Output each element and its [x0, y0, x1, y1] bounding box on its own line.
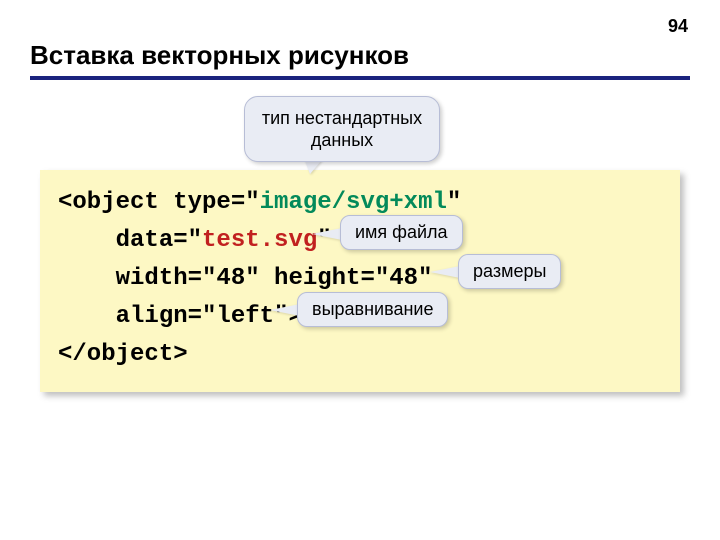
- code-text: ": [447, 189, 461, 216]
- callout-tail: [312, 228, 342, 240]
- callout-tail: [270, 304, 300, 316]
- page-number: 94: [668, 16, 688, 37]
- code-text: data=": [58, 227, 202, 254]
- code-text: <object type=": [58, 189, 260, 216]
- code-mime-type: image/svg+xml: [260, 189, 447, 216]
- slide-title: Вставка векторных рисунков: [30, 40, 409, 71]
- callout-type: тип нестандартных данных: [244, 96, 440, 162]
- callout-tail: [430, 266, 460, 278]
- callout-filename: имя файла: [340, 215, 463, 250]
- title-rule: [30, 76, 690, 80]
- code-line-5: </object>: [58, 336, 662, 374]
- code-block: <object type="image/svg+xml" data="test.…: [40, 170, 680, 392]
- code-filename: test.svg: [202, 227, 317, 254]
- callout-align: выравнивание: [297, 292, 448, 327]
- callout-dimensions: размеры: [458, 254, 561, 289]
